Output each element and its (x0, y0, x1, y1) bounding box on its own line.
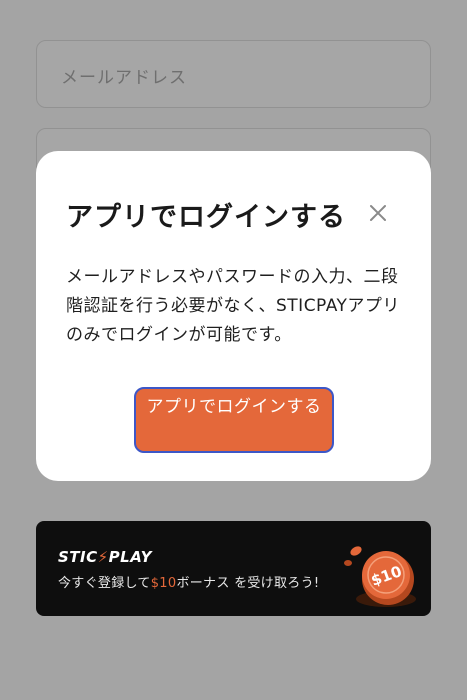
coin-image: $10 (344, 546, 416, 607)
banner-text-after: ボーナス を受け取ろう! (176, 576, 320, 591)
app-login-modal: アプリでログインする メールアドレスやパスワードの入力、二段階認証を行う必要がな… (36, 151, 431, 481)
email-field[interactable]: メールアドレス (36, 40, 431, 108)
modal-title: アプリでログインする (66, 202, 346, 233)
logo-part2: PLAY (108, 548, 152, 566)
email-placeholder: メールアドレス (61, 68, 187, 88)
close-icon[interactable] (366, 201, 390, 225)
login-page: メールアドレス アプリでログインする メールアドレスやパスワードの入力、二段階認… (0, 0, 467, 700)
banner-text-before: 今すぐ登録して (58, 576, 151, 591)
promo-banner[interactable]: STIC⚡PLAY 今すぐ登録して$10ボーナス を受け取ろう! $10 (36, 521, 431, 616)
banner-text: 今すぐ登録して$10ボーナス を受け取ろう! (58, 572, 319, 591)
sticplay-logo: STIC⚡PLAY (58, 548, 152, 566)
banner-text-accent: $10 (150, 576, 177, 591)
logo-part1: STIC (58, 548, 98, 566)
app-login-button[interactable]: アプリでログインする (134, 387, 334, 453)
modal-description: メールアドレスやパスワードの入力、二段階認証を行う必要がなく、STICPAYアプ… (66, 267, 400, 345)
logo-arrow: ⚡ (97, 548, 109, 566)
